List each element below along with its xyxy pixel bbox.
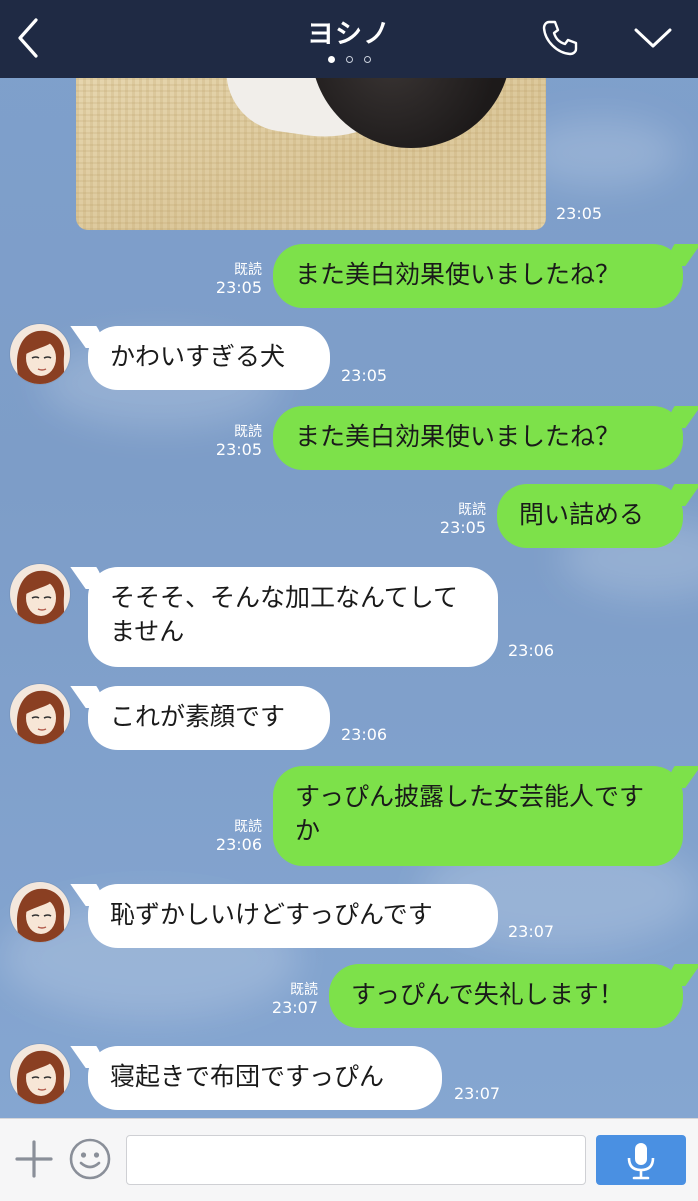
read-receipt: 既読 23:05 bbox=[200, 261, 262, 297]
menu-button[interactable] bbox=[632, 20, 674, 56]
outgoing-message[interactable]: すっぴんで失礼します！ bbox=[329, 964, 683, 1028]
outgoing-message[interactable]: また美白効果使いましたね？ bbox=[273, 244, 683, 308]
message-time: 23:07 bbox=[508, 922, 555, 941]
avatar-illustration bbox=[16, 690, 65, 744]
avatar[interactable] bbox=[10, 564, 70, 624]
message-time: 23:05 bbox=[556, 204, 603, 223]
read-receipt: 既読 23:07 bbox=[256, 981, 318, 1017]
call-button[interactable] bbox=[540, 18, 580, 58]
avatar-illustration bbox=[16, 330, 65, 384]
message-time: 23:06 bbox=[508, 641, 555, 660]
read-label: 既読 bbox=[234, 819, 262, 835]
shared-photo[interactable] bbox=[76, 78, 546, 230]
incoming-message[interactable]: これが素顔です bbox=[88, 686, 330, 750]
chat-title: ヨシノ bbox=[307, 19, 391, 50]
message-time: 23:06 bbox=[215, 835, 262, 854]
chat-header: ヨシノ bbox=[0, 0, 698, 78]
avatar[interactable] bbox=[10, 882, 70, 942]
page-indicator bbox=[0, 56, 698, 63]
message-time: 23:07 bbox=[454, 1084, 501, 1103]
voice-message-button[interactable] bbox=[596, 1135, 686, 1185]
incoming-message[interactable]: 寝起きで布団ですっぴん bbox=[88, 1046, 442, 1110]
outgoing-message[interactable]: 問い詰める bbox=[497, 484, 683, 548]
avatar-illustration bbox=[16, 888, 65, 942]
incoming-message[interactable]: かわいすぎる犬 bbox=[88, 326, 330, 390]
message-input[interactable] bbox=[126, 1135, 586, 1185]
avatar[interactable] bbox=[10, 324, 70, 384]
read-receipt: 既読 23:06 bbox=[200, 818, 262, 854]
avatar[interactable] bbox=[10, 684, 70, 744]
message-time: 23:05 bbox=[215, 278, 262, 297]
avatar[interactable] bbox=[10, 1044, 70, 1104]
read-receipt: 既読 23:05 bbox=[200, 423, 262, 459]
microphone-icon bbox=[627, 1143, 655, 1180]
read-label: 既読 bbox=[458, 502, 486, 518]
outgoing-message[interactable]: すっぴん披露した女芸能人ですか bbox=[273, 766, 683, 866]
plus-icon bbox=[15, 1140, 53, 1178]
outgoing-message[interactable]: また美白効果使いましたね？ bbox=[273, 406, 683, 470]
read-receipt: 既読 23:05 bbox=[424, 501, 486, 537]
smiley-icon bbox=[69, 1138, 111, 1180]
page-dot bbox=[345, 56, 353, 63]
message-time: 23:05 bbox=[215, 440, 262, 459]
page-dot bbox=[327, 56, 335, 63]
incoming-message[interactable]: そそそ、そんな加工なんてしてません bbox=[88, 567, 498, 667]
chevron-down-icon bbox=[634, 28, 672, 48]
message-input-bar bbox=[0, 1118, 698, 1201]
message-time: 23:06 bbox=[341, 725, 388, 744]
emoji-button[interactable] bbox=[68, 1137, 112, 1181]
phone-icon bbox=[542, 20, 578, 56]
message-time: 23:05 bbox=[439, 518, 486, 537]
incoming-message[interactable]: 恥ずかしいけどすっぴんです bbox=[88, 884, 498, 948]
avatar-illustration bbox=[16, 1050, 65, 1104]
chat-area[interactable]: 23:05 既読 23:05 また美白効果使いましたね？ かわいすぎる犬 23:… bbox=[0, 78, 698, 1118]
add-button[interactable] bbox=[14, 1139, 54, 1179]
avatar-illustration bbox=[16, 570, 65, 624]
read-label: 既読 bbox=[290, 982, 318, 998]
read-label: 既読 bbox=[234, 262, 262, 278]
message-time: 23:07 bbox=[271, 998, 318, 1017]
page-dot bbox=[363, 56, 371, 63]
read-label: 既読 bbox=[234, 424, 262, 440]
message-time: 23:05 bbox=[341, 366, 388, 385]
